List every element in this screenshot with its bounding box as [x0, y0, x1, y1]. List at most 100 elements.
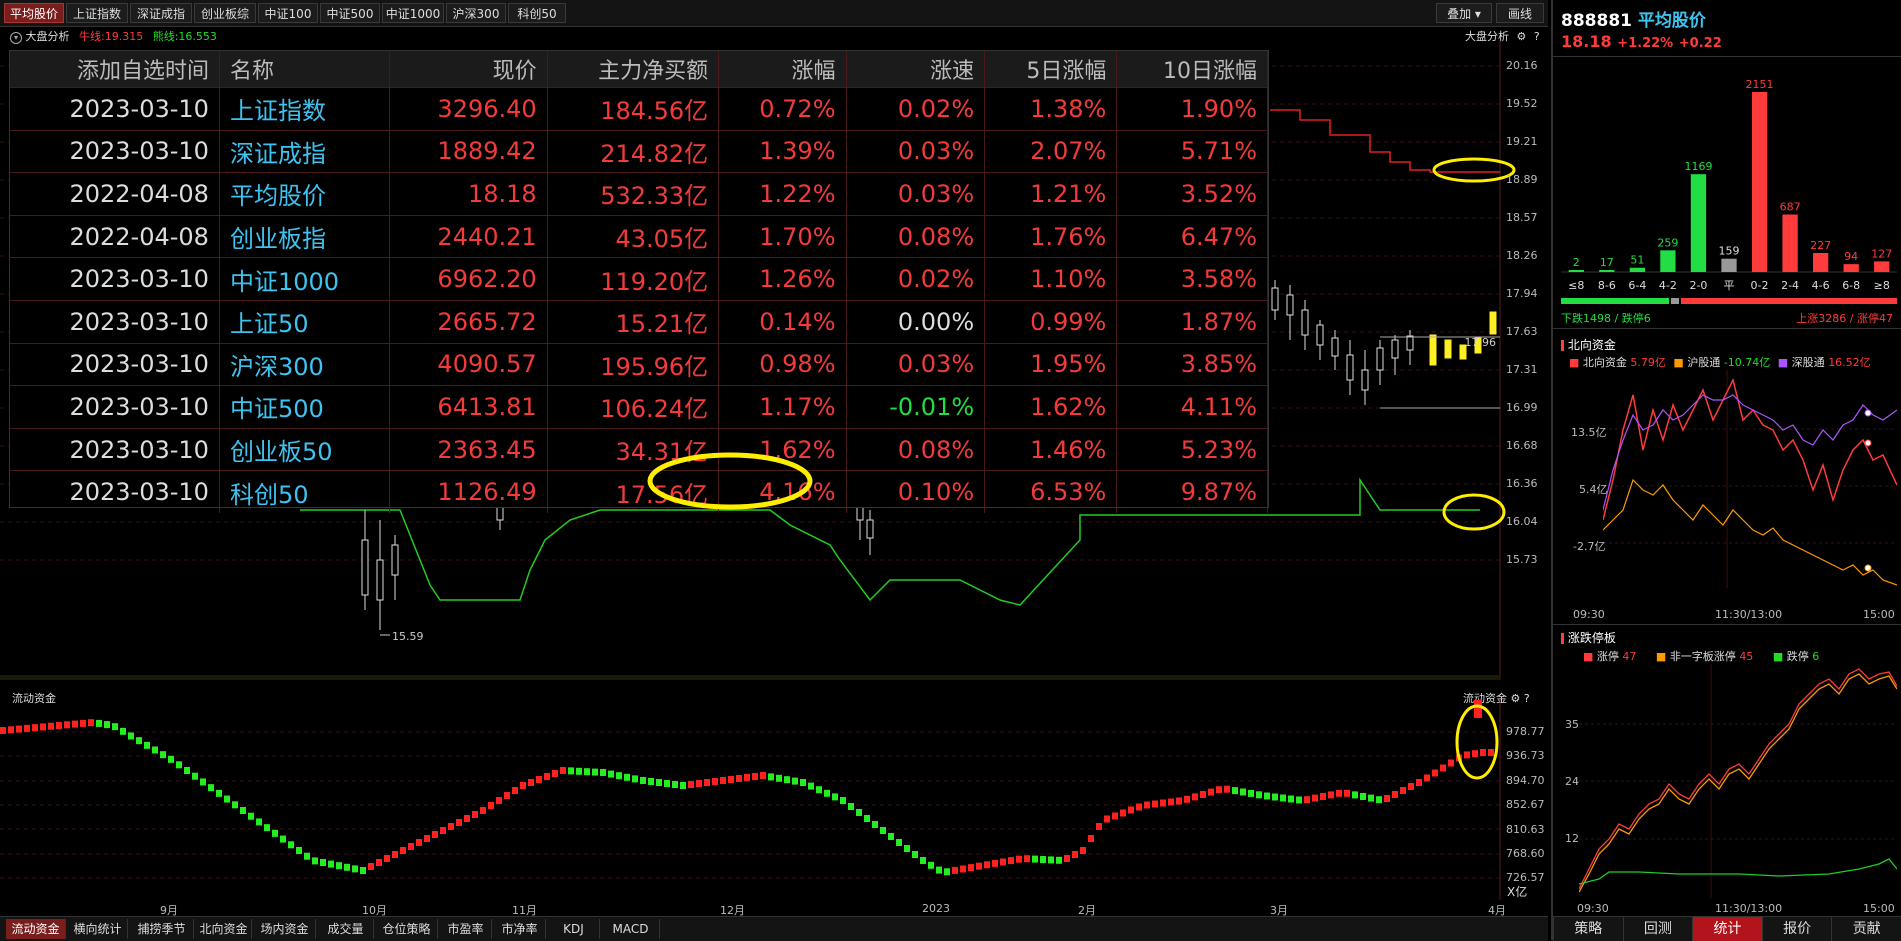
table-cell: 0.72% — [718, 87, 847, 131]
bottom-tab[interactable]: MACD — [602, 919, 660, 939]
flow-bar — [328, 860, 334, 868]
table-header-cell[interactable]: 添加自选时间 — [10, 51, 220, 88]
flow-bar — [840, 797, 846, 804]
price-axis-label: 16.36 — [1506, 477, 1538, 490]
flow-bar — [544, 773, 550, 780]
flow-bar — [496, 797, 502, 804]
flow-bar — [24, 724, 30, 732]
flow-bar — [256, 818, 262, 826]
flow-bar — [184, 767, 190, 774]
bottom-tab[interactable]: 捕捞季节 — [130, 919, 194, 939]
table-row[interactable]: 2023-03-10 创业板50 2363.45 34.31亿 1.62% 0.08% 1.… — [10, 427, 1268, 471]
flow-bar — [160, 751, 166, 759]
table-header-cell[interactable]: 5日涨幅 — [984, 51, 1118, 88]
tab-csi1000[interactable]: 中证1000 — [382, 3, 444, 23]
table-header-cell[interactable]: 10日涨幅 — [1116, 51, 1268, 88]
tab-sz-index[interactable]: 深证成指 — [130, 3, 192, 23]
table-cell: 创业板指 — [219, 214, 391, 258]
bottom-tab[interactable]: 成交量 — [318, 919, 374, 939]
flow-bar — [16, 725, 22, 733]
overlay-label: 叠加 — [1447, 7, 1472, 21]
chevron-down-icon: ▾ — [1474, 7, 1481, 21]
bottom-tab[interactable]: 仓位策略 — [376, 919, 438, 939]
limit-time-start: 09:30 — [1577, 902, 1609, 915]
sh-legend-label: 沪股通 — [1687, 356, 1721, 369]
table-row[interactable]: 2023-03-10 沪深300 4090.57 195.96亿 0.98% 0.03% 1… — [10, 342, 1268, 386]
tab-avg-price[interactable]: 平均股价 — [4, 3, 64, 23]
draw-line-button[interactable]: 画线 — [1496, 3, 1544, 23]
limit-time-mid: 11:30/13:00 — [1715, 902, 1783, 915]
table-row[interactable]: 2023-03-10 中证1000 6962.20 119.20亿 1.26% 0.02%… — [10, 257, 1268, 301]
table-cell: 1.22% — [718, 172, 847, 216]
price-axis-label: 16.68 — [1506, 439, 1538, 452]
dist-category-label: 4-2 — [1659, 279, 1677, 292]
table-row[interactable]: 2023-03-10 科创50 1126.49 17.56亿 4.16% 0.10% 6.5… — [10, 470, 1268, 513]
north-legend: ■ 北向资金 5.79亿 ■ 沪股通 -10.74亿 ■ 深股通 16.52亿 — [1569, 356, 1871, 369]
table-header-cell[interactable]: 现价 — [389, 51, 548, 88]
overlay-dropdown[interactable]: 叠加 ▾ — [1436, 3, 1492, 23]
flow-bar — [1480, 749, 1486, 756]
limit-up-value: 47 — [1622, 650, 1637, 663]
table-header-cell[interactable]: 涨速 — [846, 51, 986, 88]
tab-csi500[interactable]: 中证500 — [320, 3, 380, 23]
tab-star50[interactable]: 科创50 — [508, 3, 566, 23]
table-cell: 195.96亿 — [547, 342, 720, 386]
table-cell: 0.98% — [718, 342, 847, 386]
bottom-tab[interactable]: 场内资金 — [254, 919, 316, 939]
dist-category-label: ≥8 — [1874, 279, 1890, 292]
right-tab[interactable]: 回测 — [1622, 917, 1693, 941]
table-row[interactable]: 2023-03-10 深证成指 1889.42 214.82亿 1.39% 0.03% 2.… — [10, 129, 1268, 173]
non-yizi-label: 非一字板涨停 — [1669, 650, 1736, 663]
down-bar — [1561, 298, 1669, 304]
flow-bar — [1184, 795, 1190, 803]
flow-unit: X亿 — [1507, 885, 1528, 899]
bottom-tab[interactable]: 北向资金 — [196, 919, 252, 939]
tab-csi100[interactable]: 中证100 — [258, 3, 318, 23]
tab-gem-composite[interactable]: 创业板综 — [194, 3, 256, 23]
stock-name: 平均股价 — [1637, 11, 1706, 31]
table-cell: 2023-03-10 — [10, 129, 220, 173]
flow-bar — [952, 866, 958, 874]
right-tab[interactable]: 统计 — [1692, 917, 1762, 941]
tab-hs300[interactable]: 沪深300 — [446, 3, 506, 23]
flow-bar — [800, 779, 806, 786]
price-mark-label: 17.96 — [1465, 336, 1497, 349]
flow-bar — [856, 809, 862, 816]
table-row[interactable]: 2023-03-10 中证500 6413.81 106.24亿 1.17% -0.01%… — [10, 385, 1268, 429]
quote-header: 888881 平均股价 — [1561, 6, 1706, 31]
flow-bar — [1224, 785, 1230, 793]
flow-bar — [432, 831, 438, 838]
flow-bar — [424, 835, 430, 842]
table-row[interactable]: 2023-03-10 上证指数 3296.40 184.56亿 0.72% 0.02% 1.… — [10, 87, 1268, 131]
flow-bar — [448, 823, 454, 830]
flow-bar — [848, 803, 854, 810]
table-row[interactable]: 2022-04-08 创业板指 2440.21 43.05亿 1.70% 0.08% 1.7… — [10, 214, 1268, 258]
quote-values: 18.18 +1.22% +0.22 — [1561, 32, 1722, 51]
table-cell: 1.39% — [718, 129, 847, 173]
table-row[interactable]: 2022-04-08 平均股价 18.18 532.33亿 1.22% 0.03% 1.21… — [10, 172, 1268, 216]
down-count: 下跌1498 / 跌停6 — [1561, 312, 1651, 325]
bottom-tab[interactable]: 横向统计 — [68, 919, 128, 939]
table-header-cell[interactable]: 名称 — [219, 51, 391, 88]
bottom-tab[interactable]: 市净率 — [494, 919, 546, 939]
table-cell: 3.58% — [1116, 257, 1268, 301]
flow-bar — [136, 737, 142, 745]
flow-bar — [1232, 787, 1238, 795]
flow-bar — [400, 847, 406, 854]
bottom-tab[interactable]: 流动资金 — [6, 919, 66, 939]
tab-sh-index[interactable]: 上证指数 — [66, 3, 128, 23]
bottom-tab[interactable]: 市盈率 — [440, 919, 492, 939]
flow-bar — [600, 769, 606, 776]
bottom-tab[interactable]: KDJ — [548, 919, 600, 939]
right-tab[interactable]: 报价 — [1761, 917, 1832, 941]
table-header-cell[interactable]: 主力净买额 — [547, 51, 720, 88]
table-cell: 0.00% — [846, 299, 986, 344]
flow-bar — [760, 772, 766, 779]
flow-bar — [1168, 798, 1174, 806]
flow-bar — [648, 778, 654, 785]
table-cell: 0.08% — [846, 214, 986, 258]
table-row[interactable]: 2023-03-10 上证50 2665.72 15.21亿 0.14% 0.00% 0.9… — [10, 299, 1268, 344]
table-header-cell[interactable]: 涨幅 — [718, 51, 847, 88]
right-tab[interactable]: 策略 — [1553, 917, 1623, 941]
right-tab[interactable]: 贡献 — [1831, 917, 1901, 941]
